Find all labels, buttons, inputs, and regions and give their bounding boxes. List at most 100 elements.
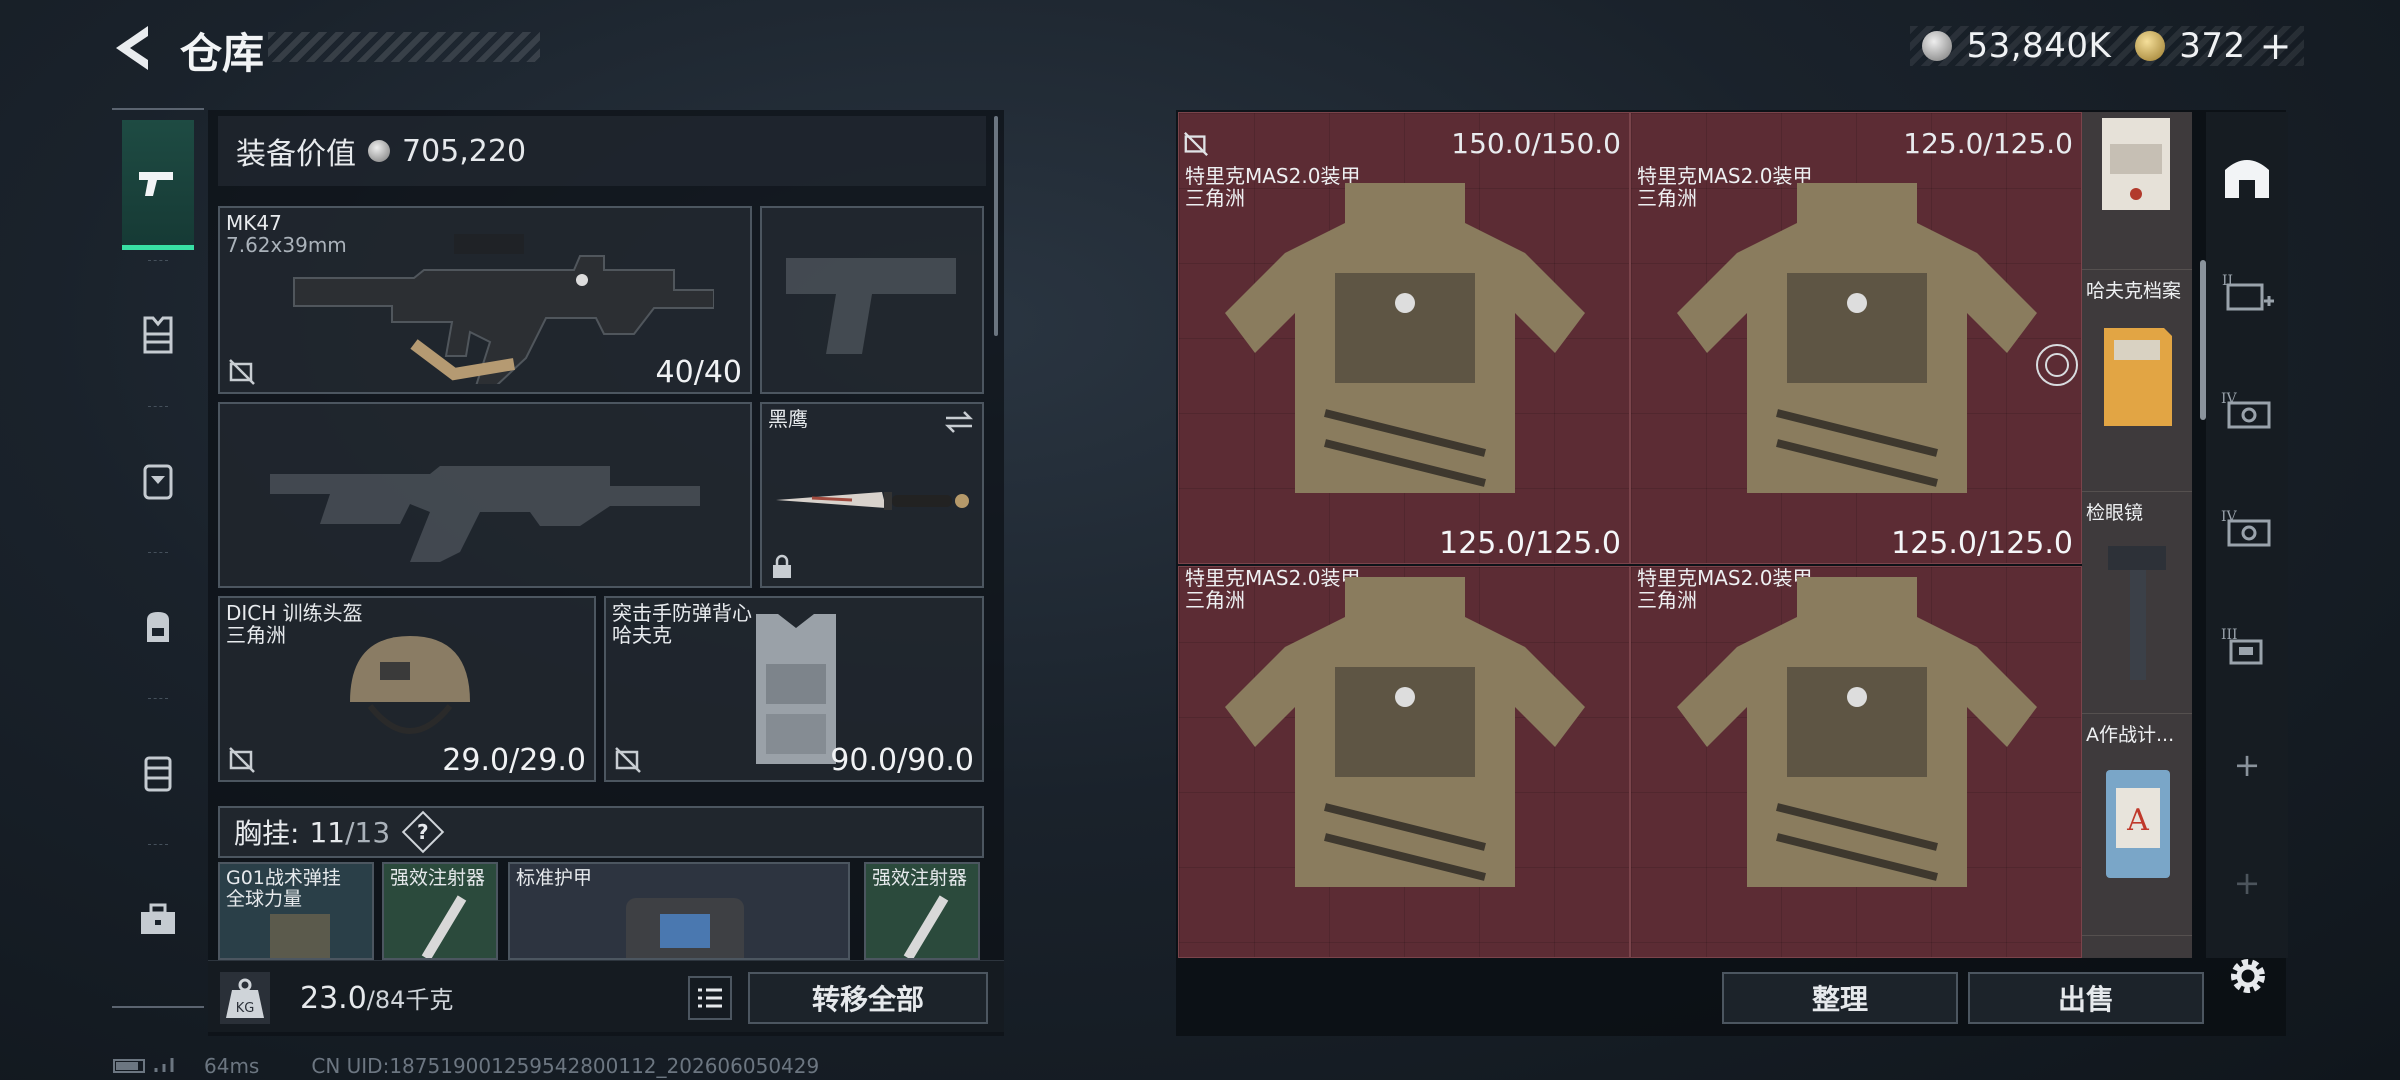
kg-label: KG <box>236 1001 255 1016</box>
tab-level-2[interactable]: II <box>2216 262 2278 324</box>
side-item[interactable]: A作战计... A <box>2082 714 2192 936</box>
back-button[interactable] <box>108 22 158 74</box>
uninsured-icon <box>615 747 641 773</box>
list-view-button[interactable] <box>688 976 732 1020</box>
nav-bags[interactable] <box>122 416 194 546</box>
gold-balance: 372 <box>2179 26 2246 66</box>
warehouse-icon <box>2225 160 2269 198</box>
body-armor-slot[interactable]: 突击手防弹背心 哈夫克 90.0/90.0 <box>604 596 984 782</box>
target-icon[interactable] <box>2033 341 2081 389</box>
item-durability-top: 125.0/125.0 <box>1903 127 2073 160</box>
tab-level-4b[interactable]: IV <box>2216 498 2278 560</box>
rig-item-name: 标准护甲 <box>516 867 593 889</box>
equipment-value: 装备价值 705,220 <box>218 116 986 186</box>
nav-case[interactable] <box>122 708 194 838</box>
side-item[interactable]: 检眼镜 <box>2082 492 2192 714</box>
nav-armor[interactable] <box>122 270 194 400</box>
sidearm-slot[interactable] <box>760 206 984 394</box>
side-item-name: 检眼镜 <box>2086 502 2144 524</box>
storage-item-vest[interactable]: 特里克MAS2.0装甲 三角洲 <box>1178 566 1630 958</box>
uid: CN UID:1875190012595428001​12_2026060504… <box>311 1054 820 1078</box>
tab-level-3[interactable]: III <box>2216 616 2278 678</box>
add-gold-button[interactable]: + <box>2260 24 2292 68</box>
storage-side-column: 哈夫克档案 检眼镜 A作战计... A <box>2082 112 2192 958</box>
case-ii-icon: II <box>2222 273 2274 311</box>
page-title: 仓库 <box>180 29 265 78</box>
rig-item-name: 强效注射器 <box>872 867 968 889</box>
sort-button[interactable]: 整理 <box>1722 972 1958 1024</box>
backpack-icon <box>147 612 169 642</box>
side-item[interactable]: 哈夫克档案 <box>2082 270 2192 492</box>
nav-toolbox[interactable] <box>122 854 194 984</box>
loadout-scrollbar[interactable] <box>994 116 998 336</box>
rig-item-1[interactable]: 强效注射器 <box>382 862 498 960</box>
swap-icon[interactable] <box>944 410 974 434</box>
armor-durability: 90.0/90.0 <box>830 743 974 778</box>
nav-backpack[interactable] <box>122 562 194 692</box>
equip-value-label: 装备价值 <box>236 137 356 172</box>
helmet-slot[interactable]: DICH 训练头盔 三角洲 29.0/29.0 <box>218 596 596 782</box>
rig-item-2[interactable]: 标准护甲 <box>508 862 850 960</box>
chest-rig-image <box>270 914 330 958</box>
carry-weight: 23.0/84千克 <box>300 980 453 1016</box>
armor-faction: 哈夫克 <box>612 623 672 647</box>
weight-current: 23.0 <box>300 981 367 1016</box>
case-iv-icon: IV <box>2221 509 2271 547</box>
tab-storage-home[interactable] <box>2216 146 2278 208</box>
folder-image <box>2104 328 2172 426</box>
primary-weapon-slot[interactable]: MK47 7.62x39mm 40/40 <box>218 206 752 394</box>
storage-item-vest[interactable]: 150.0/150.0 特里克MAS2.0装甲 三角洲 125.0/125.0 <box>1178 112 1630 564</box>
side-item-name: 哈夫克档案 <box>2086 280 2182 302</box>
help-button[interactable]: ? <box>401 810 445 854</box>
settings-button[interactable] <box>2222 950 2274 1002</box>
list-icon <box>698 988 722 1008</box>
helmet-durability: 29.0/29.0 <box>442 743 586 778</box>
injector-image <box>421 895 467 958</box>
gold-coin-icon <box>2135 31 2166 61</box>
add-tab-button[interactable]: + <box>2216 852 2278 914</box>
chest-used: 11 <box>309 815 346 849</box>
storage-item-vest[interactable]: 特里克MAS2.0装甲 三角洲 <box>1630 566 2082 958</box>
plan-book-image: A <box>2106 770 2170 878</box>
armor-vest-image <box>1677 183 2037 493</box>
weight-max: /84千克 <box>366 986 454 1014</box>
nav-weapons[interactable] <box>122 120 194 250</box>
ping: 64ms <box>204 1054 260 1078</box>
gear-icon <box>2231 959 2265 993</box>
melee-slot[interactable]: 黑鹰 <box>760 402 984 588</box>
silver-coin-icon <box>1922 31 1953 61</box>
svg-text:A: A <box>2126 803 2149 838</box>
item-durability-top: 150.0/150.0 <box>1451 127 1621 160</box>
vest-durability: 125.0/125.0 <box>1891 526 2073 561</box>
armor-plate-image <box>626 898 744 958</box>
armor-vest-image <box>1225 183 1585 493</box>
case-icon <box>144 756 172 792</box>
tab-level-4a[interactable]: IV <box>2216 380 2278 442</box>
case-iv-icon: IV <box>2221 391 2271 429</box>
chest-rig-icon <box>143 464 173 500</box>
vest-durability: 125.0/125.0 <box>1439 526 1621 561</box>
back-arrow-icon <box>116 26 148 70</box>
equip-value-amount: 705,220 <box>402 133 527 169</box>
ophthalmoscope-image <box>2108 546 2166 680</box>
rig-item-name: 强效注射器 <box>390 867 486 889</box>
title-decoration <box>268 32 540 62</box>
sell-button[interactable]: 出售 <box>1968 972 2204 1024</box>
rig-name: G01战术弹挂 <box>226 867 341 889</box>
knife-image <box>776 492 969 510</box>
melee-name: 黑鹰 <box>768 407 808 431</box>
category-nav <box>112 108 204 1008</box>
secondary-weapon-slot[interactable] <box>218 402 752 588</box>
currency-bar: 53,840K 372 + <box>1910 24 2304 68</box>
rifle-image <box>293 234 714 384</box>
transfer-all-button[interactable]: 转移全部 <box>748 972 988 1024</box>
rig-item-3[interactable]: 强效注射器 <box>864 862 980 960</box>
chest-rig-item[interactable]: G01战术弹挂 全球力量 <box>218 862 374 960</box>
side-item-name: A作战计... <box>2086 724 2175 746</box>
add-tab-button[interactable]: + <box>2216 734 2278 796</box>
storage-item-vest[interactable]: 125.0/125.0 特里克MAS2.0装甲 三角洲 125.0/125.0 <box>1630 112 2082 564</box>
status-bar: 64ms CN UID:1875190012595428001​12_20260… <box>112 1054 819 1078</box>
side-item[interactable] <box>2082 112 2192 270</box>
battery-signal-icon <box>113 1058 174 1073</box>
injector-image <box>903 895 949 958</box>
